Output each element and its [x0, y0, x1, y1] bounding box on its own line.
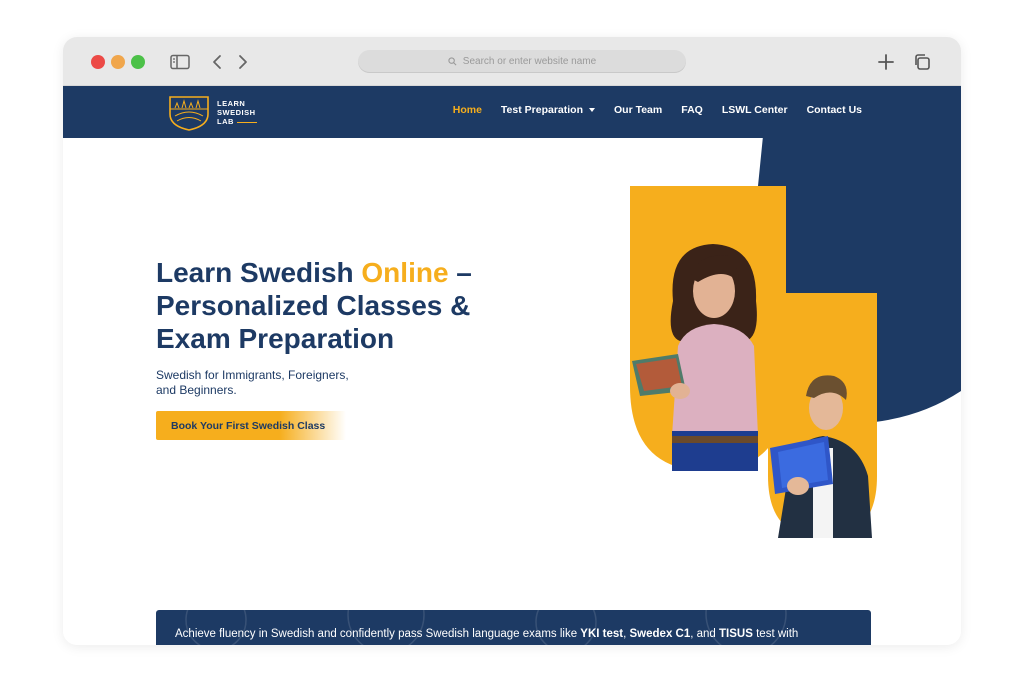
forward-icon[interactable]: [232, 51, 254, 73]
logo-line-1: LEARN: [217, 99, 246, 108]
search-icon: [448, 57, 457, 66]
address-placeholder: Search or enter website name: [462, 56, 597, 67]
browser-window: Search or enter website name LEARN SWEDI…: [63, 37, 961, 645]
hero-title-accent: Online: [361, 257, 449, 288]
hero-title-part-1: Learn Swedish: [156, 257, 362, 288]
logo-line-3: LAB: [217, 117, 234, 126]
logo-rule: [236, 121, 257, 123]
hero-title-part-2: –: [448, 257, 472, 288]
hero-students-image: [630, 186, 877, 538]
nav-our-team[interactable]: Our Team: [614, 104, 662, 116]
new-tab-icon[interactable]: [875, 51, 897, 73]
banner-separator-2: , and: [690, 628, 720, 640]
minimize-window-button[interactable]: [111, 55, 125, 69]
back-icon[interactable]: [206, 51, 228, 73]
hero-subtitle-line-2: and Beginners.: [156, 383, 237, 397]
banner-text-start: Achieve fluency in Swedish and confident…: [175, 628, 581, 640]
logo-line-2: SWEDISH: [217, 108, 256, 117]
maximize-window-button[interactable]: [131, 55, 145, 69]
hero-subtitle-line-1: Swedish for Immigrants, Foreigners,: [156, 368, 349, 382]
hero-title-line-2: Personalized Classes &: [156, 290, 471, 321]
banner-exam-tisus: TISUS: [719, 628, 753, 640]
site-navbar: LEARN SWEDISH LAB Home Test Preparation …: [63, 86, 961, 138]
hero-title-line-3: Exam Preparation: [156, 323, 395, 354]
address-bar[interactable]: Search or enter website name: [358, 50, 686, 73]
site-logo[interactable]: LEARN SWEDISH LAB: [167, 91, 267, 134]
nav-home[interactable]: Home: [453, 104, 482, 116]
nav-lswl-center[interactable]: LSWL Center: [722, 104, 788, 116]
nav-test-preparation[interactable]: Test Preparation: [501, 104, 595, 116]
banner-exam-yki: YKI test: [580, 628, 624, 640]
hero-subtitle: Swedish for Immigrants, Foreigners, and …: [156, 368, 376, 398]
main-nav: Home Test Preparation Our Team FAQ LSWL …: [453, 104, 862, 116]
nav-test-preparation-label: Test Preparation: [500, 104, 583, 116]
intro-banner: Achieve fluency in Swedish and confident…: [156, 610, 871, 645]
website-viewport: LEARN SWEDISH LAB Home Test Preparation …: [63, 86, 961, 645]
banner-text: Achieve fluency in Swedish and confident…: [175, 628, 798, 640]
book-first-class-button[interactable]: Book Your First Swedish Class: [156, 411, 346, 440]
chevron-down-icon: [589, 108, 595, 113]
tabs-icon[interactable]: [911, 51, 933, 73]
nav-contact-us[interactable]: Contact Us: [807, 104, 862, 116]
crest-icon: [169, 95, 209, 131]
hero-title: Learn Swedish Online – Personalized Clas…: [156, 256, 516, 355]
nav-faq[interactable]: FAQ: [681, 104, 703, 116]
banner-text-end: test with: [752, 628, 799, 640]
banner-exam-swedex: Swedex C1: [629, 628, 691, 640]
browser-toolbar: Search or enter website name: [63, 37, 961, 86]
close-window-button[interactable]: [91, 55, 105, 69]
sidebar-icon[interactable]: [169, 51, 191, 73]
logo-wordmark: LEARN SWEDISH LAB: [217, 99, 257, 126]
